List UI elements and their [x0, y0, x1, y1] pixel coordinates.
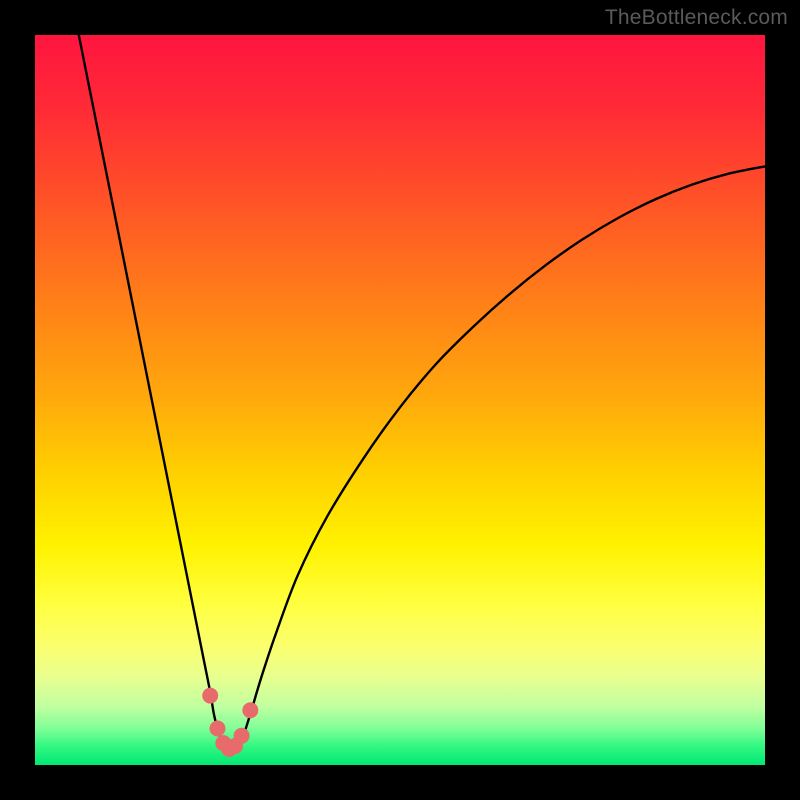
plot-svg — [35, 35, 765, 765]
chart-frame: TheBottleneck.com — [0, 0, 800, 800]
curve-marker — [242, 702, 258, 718]
curve-marker — [234, 728, 250, 744]
curve-marker — [202, 688, 218, 704]
curve-marker — [210, 721, 226, 737]
plot-area — [35, 35, 765, 765]
gradient-background — [35, 35, 765, 765]
watermark-text: TheBottleneck.com — [605, 6, 788, 30]
